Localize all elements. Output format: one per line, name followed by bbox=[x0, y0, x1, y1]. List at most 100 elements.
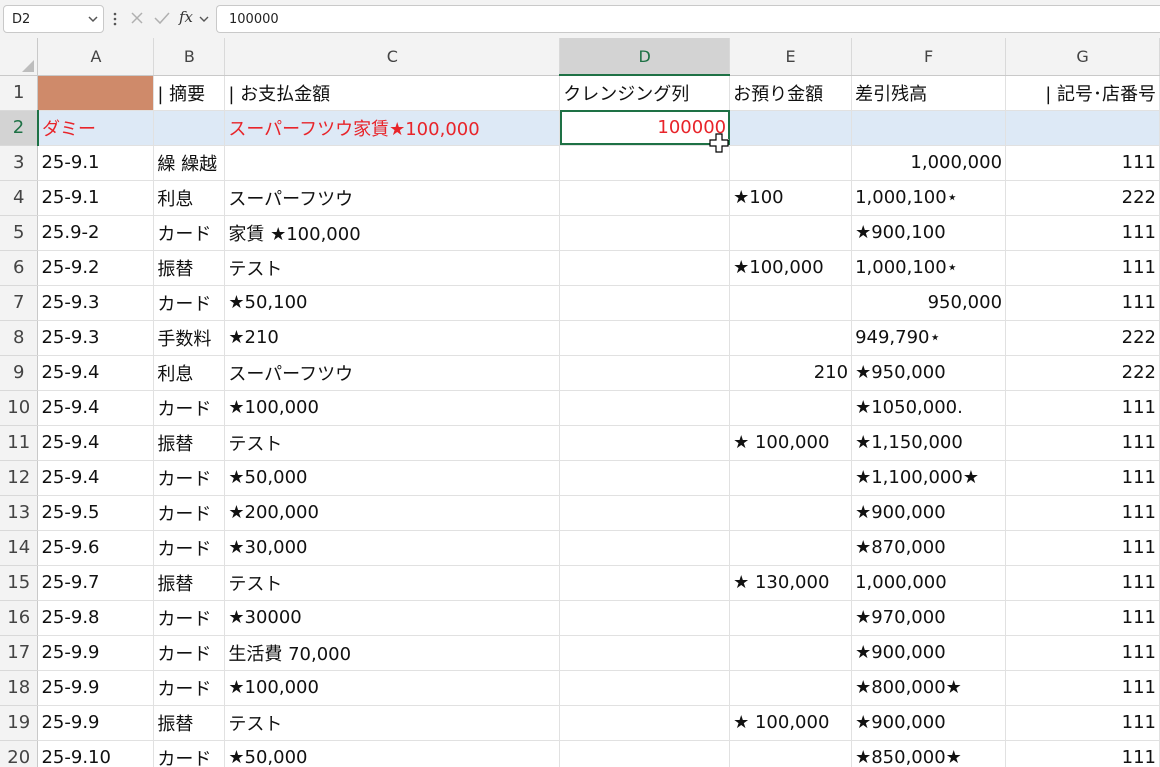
cell-f16[interactable]: ★970,000 bbox=[851, 600, 1007, 636]
cell-b7[interactable]: カード bbox=[153, 285, 226, 321]
cell-e17[interactable] bbox=[729, 635, 853, 671]
row-header[interactable]: 6 bbox=[0, 250, 39, 286]
cell-f12[interactable]: ★1,100,000★ bbox=[851, 460, 1007, 496]
cell-a2[interactable]: ダミー bbox=[37, 110, 155, 146]
cell-d3[interactable] bbox=[559, 145, 731, 181]
cell-d15[interactable] bbox=[559, 565, 731, 601]
cell-d9[interactable] bbox=[559, 355, 731, 391]
cell-e13[interactable] bbox=[729, 495, 853, 531]
cell-d17[interactable] bbox=[559, 635, 731, 671]
select-all-corner[interactable] bbox=[0, 38, 39, 76]
cell-d20[interactable] bbox=[559, 740, 731, 767]
cell-f17[interactable]: ★900,000 bbox=[851, 635, 1007, 671]
cell-f4[interactable]: 1,000,100⋆ bbox=[851, 180, 1007, 216]
cell-f1[interactable]: 差引残高 bbox=[851, 75, 1007, 111]
row-header[interactable]: 14 bbox=[0, 530, 39, 566]
cell-c17[interactable]: 生活費 70,000 bbox=[224, 635, 561, 671]
row-header[interactable]: 16 bbox=[0, 600, 39, 636]
cell-a9[interactable]: 25-9.4 bbox=[37, 355, 155, 391]
row-header[interactable]: 15 bbox=[0, 565, 39, 601]
column-header-f[interactable]: F bbox=[851, 38, 1007, 76]
cell-e4[interactable]: ★100 bbox=[729, 180, 853, 216]
cell-b9[interactable]: 利息 bbox=[153, 355, 226, 391]
cell-c15[interactable]: テスト bbox=[224, 565, 561, 601]
cell-b4[interactable]: 利息 bbox=[153, 180, 226, 216]
cell-g16[interactable]: 111 bbox=[1005, 600, 1160, 636]
cell-b12[interactable]: カード bbox=[153, 460, 226, 496]
cell-d18[interactable] bbox=[559, 670, 731, 706]
cell-f15[interactable]: 1,000,000 bbox=[851, 565, 1007, 601]
cell-a14[interactable]: 25-9.6 bbox=[37, 530, 155, 566]
cell-d4[interactable] bbox=[559, 180, 731, 216]
cell-f20[interactable]: ★850,000★ bbox=[851, 740, 1007, 767]
cancel-icon[interactable] bbox=[130, 11, 144, 25]
cell-e12[interactable] bbox=[729, 460, 853, 496]
cell-g11[interactable]: 111 bbox=[1005, 425, 1160, 461]
cell-e20[interactable] bbox=[729, 740, 853, 767]
cell-g17[interactable]: 111 bbox=[1005, 635, 1160, 671]
cell-c11[interactable]: テスト bbox=[224, 425, 561, 461]
cell-b14[interactable]: カード bbox=[153, 530, 226, 566]
cell-b11[interactable]: 振替 bbox=[153, 425, 226, 461]
cell-g15[interactable]: 111 bbox=[1005, 565, 1160, 601]
cell-c10[interactable]: ★100,000 bbox=[224, 390, 561, 426]
cell-a18[interactable]: 25-9.9 bbox=[37, 670, 155, 706]
cell-b10[interactable]: カード bbox=[153, 390, 226, 426]
cell-c14[interactable]: ★30,000 bbox=[224, 530, 561, 566]
cell-e9[interactable]: 210 bbox=[729, 355, 853, 391]
cell-c8[interactable]: ★210 bbox=[224, 320, 561, 356]
cell-b20[interactable]: カード bbox=[153, 740, 226, 767]
cell-a20[interactable]: 25-9.10 bbox=[37, 740, 155, 767]
cell-g3[interactable]: 111 bbox=[1005, 145, 1160, 181]
cell-g10[interactable]: 111 bbox=[1005, 390, 1160, 426]
cell-b3[interactable]: 繰 繰越 bbox=[153, 145, 226, 181]
cell-c20[interactable]: ★50,000 bbox=[224, 740, 561, 767]
cell-f8[interactable]: 949,790⋆ bbox=[851, 320, 1007, 356]
cell-f9[interactable]: ★950,000 bbox=[851, 355, 1007, 391]
cell-e6[interactable]: ★100,000 bbox=[729, 250, 853, 286]
row-header[interactable]: 18 bbox=[0, 670, 39, 706]
cell-e11[interactable]: ★ 100,000 bbox=[729, 425, 853, 461]
cell-g6[interactable]: 111 bbox=[1005, 250, 1160, 286]
cell-g1[interactable]: | 記号･店番号 bbox=[1005, 75, 1160, 111]
cell-e16[interactable] bbox=[729, 600, 853, 636]
cell-a4[interactable]: 25-9.1 bbox=[37, 180, 155, 216]
cell-d7[interactable] bbox=[559, 285, 731, 321]
cell-e14[interactable] bbox=[729, 530, 853, 566]
cell-e2[interactable] bbox=[729, 110, 853, 146]
cell-e8[interactable] bbox=[729, 320, 853, 356]
column-header-g[interactable]: G bbox=[1005, 38, 1160, 76]
cell-e5[interactable] bbox=[729, 215, 853, 251]
row-header[interactable]: 13 bbox=[0, 495, 39, 531]
cell-a5[interactable]: 25.9-2 bbox=[37, 215, 155, 251]
cell-c12[interactable]: ★50,000 bbox=[224, 460, 561, 496]
cell-g4[interactable]: 222 bbox=[1005, 180, 1160, 216]
cell-b2[interactable] bbox=[153, 110, 226, 146]
cell-f19[interactable]: ★900,000 bbox=[851, 705, 1007, 741]
cell-a7[interactable]: 25-9.3 bbox=[37, 285, 155, 321]
cell-d19[interactable] bbox=[559, 705, 731, 741]
cell-b17[interactable]: カード bbox=[153, 635, 226, 671]
cell-c7[interactable]: ★50,100 bbox=[224, 285, 561, 321]
cell-d11[interactable] bbox=[559, 425, 731, 461]
cell-b8[interactable]: 手数料 bbox=[153, 320, 226, 356]
row-header[interactable]: 8 bbox=[0, 320, 39, 356]
cell-a13[interactable]: 25-9.5 bbox=[37, 495, 155, 531]
column-header-a[interactable]: A bbox=[37, 38, 155, 76]
cell-e15[interactable]: ★ 130,000 bbox=[729, 565, 853, 601]
cell-a3[interactable]: 25-9.1 bbox=[37, 145, 155, 181]
insert-function-icon[interactable]: fx bbox=[179, 8, 193, 26]
cell-b16[interactable]: カード bbox=[153, 600, 226, 636]
row-header[interactable]: 9 bbox=[0, 355, 39, 391]
cell-e10[interactable] bbox=[729, 390, 853, 426]
cell-a11[interactable]: 25-9.4 bbox=[37, 425, 155, 461]
cell-a15[interactable]: 25-9.7 bbox=[37, 565, 155, 601]
cell-f18[interactable]: ★800,000★ bbox=[851, 670, 1007, 706]
cell-b6[interactable]: 振替 bbox=[153, 250, 226, 286]
cell-f3[interactable]: 1,000,000 bbox=[851, 145, 1007, 181]
cell-b13[interactable]: カード bbox=[153, 495, 226, 531]
cell-g14[interactable]: 111 bbox=[1005, 530, 1160, 566]
cell-c13[interactable]: ★200,000 bbox=[224, 495, 561, 531]
cell-g20[interactable]: 111 bbox=[1005, 740, 1160, 767]
row-header[interactable]: 20 bbox=[0, 740, 39, 767]
